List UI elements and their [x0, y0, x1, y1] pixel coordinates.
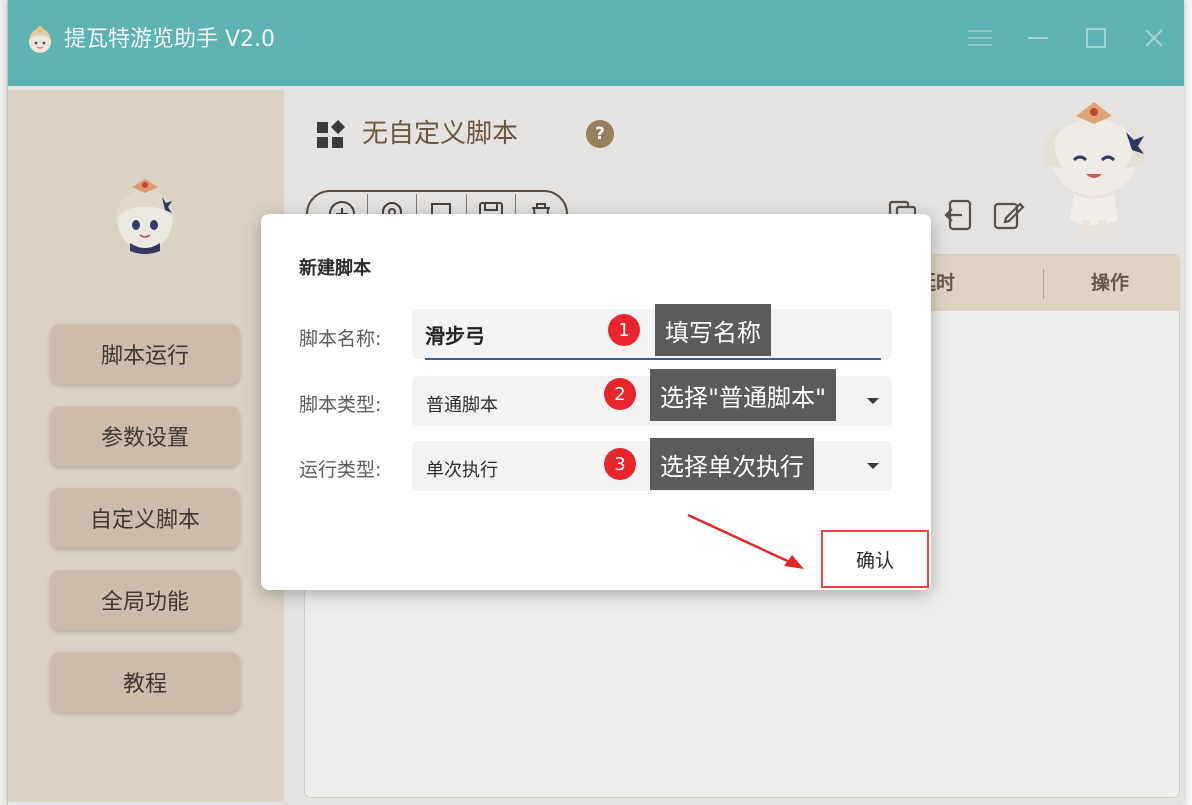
- confirm-button[interactable]: 确认: [821, 530, 929, 588]
- annotation-badge-3: 3: [604, 448, 636, 480]
- annotation-badge-1: 1: [608, 314, 640, 346]
- script-name-input[interactable]: [425, 310, 881, 360]
- script-type-value: 普通脚本: [426, 395, 498, 416]
- annotation-callout-2: 选择"普通脚本": [650, 369, 837, 421]
- run-type-value: 单次执行: [426, 460, 498, 481]
- dialog-title: 新建脚本: [299, 258, 371, 279]
- chevron-down-icon[interactable]: [865, 396, 881, 406]
- annotation-callout-1: 填写名称: [655, 304, 771, 356]
- chevron-down-icon[interactable]: [865, 461, 881, 471]
- run-type-label: 运行类型:: [299, 459, 382, 481]
- script-name-label: 脚本名称:: [299, 328, 382, 350]
- annotation-badge-2: 2: [604, 378, 636, 410]
- script-type-label: 脚本类型:: [299, 394, 382, 416]
- annotation-callout-3: 选择单次执行: [650, 438, 814, 490]
